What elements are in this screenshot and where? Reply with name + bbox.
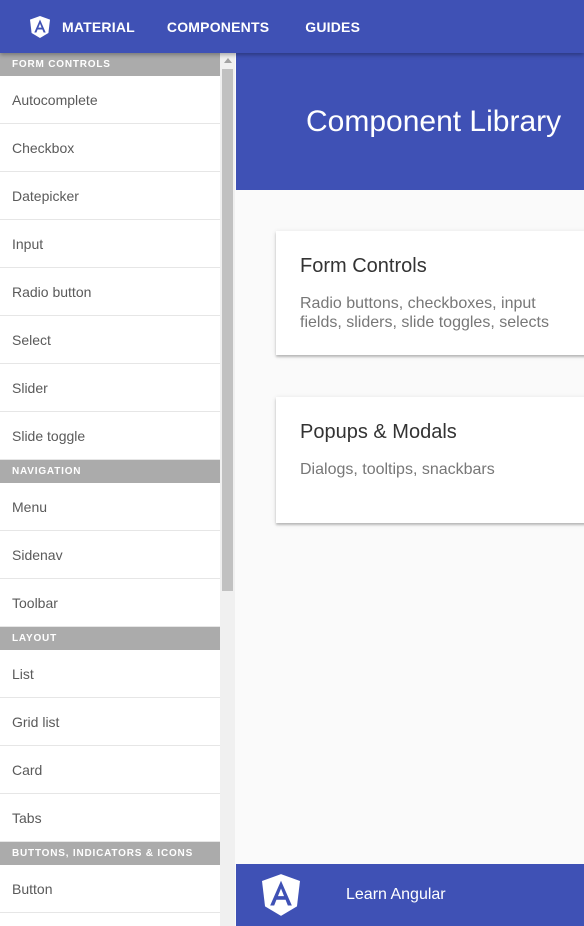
page-footer: Learn Angular [236,864,584,926]
sidenav-item-input[interactable]: Input [0,220,220,268]
sidenav-item-select[interactable]: Select [0,316,220,364]
section-header-buttons-indicators-icons: BUTTONS, INDICATORS & ICONS [0,842,220,865]
sidenav-scrollbar[interactable] [220,53,235,926]
section-header-form-controls: FORM CONTROLS [0,53,220,76]
sidenav-item-datepicker[interactable]: Datepicker [0,172,220,220]
sidenav-item-tabs[interactable]: Tabs [0,794,220,842]
sidenav-item-sidenav[interactable]: Sidenav [0,531,220,579]
sidenav-item-toolbar[interactable]: Toolbar [0,579,220,627]
sidenav-item-menu[interactable]: Menu [0,483,220,531]
guides-link[interactable]: GUIDES [305,0,360,53]
learn-angular-link[interactable]: Learn Angular [346,886,446,904]
sidenav-item-radio-button[interactable]: Radio button [0,268,220,316]
brand-label: MATERIAL [62,18,135,35]
card-popups-modals[interactable]: Popups & Modals Dialogs, tooltips, snack… [276,397,584,523]
component-sidenav: FORM CONTROLS Autocomplete Checkbox Date… [0,53,220,926]
sidenav-item-card[interactable]: Card [0,746,220,794]
sidenav-item-grid-list[interactable]: Grid list [0,698,220,746]
page-title: Component Library [306,104,562,138]
top-toolbar: MATERIAL COMPONENTS GUIDES [0,0,584,53]
main-content: Component Library Form Controls Radio bu… [236,53,584,926]
card-title: Popups & Modals [300,421,457,443]
scroll-up-arrow-icon[interactable] [224,58,232,63]
components-link[interactable]: COMPONENTS [167,0,305,53]
hero-banner: Component Library [236,53,584,190]
sidenav-item-autocomplete[interactable]: Autocomplete [0,76,220,124]
angular-logo-icon [262,874,300,916]
sidenav-item-checkbox[interactable]: Checkbox [0,124,220,172]
card-title: Form Controls [300,255,427,277]
sidenav-item-slider[interactable]: Slider [0,364,220,412]
scrollbar-thumb[interactable] [222,69,233,591]
card-description: Radio buttons, checkboxes, input fields,… [300,295,549,331]
card-description: Dialogs, tooltips, snackbars [300,461,495,478]
material-home-link[interactable]: MATERIAL [0,0,167,53]
sidenav-item-slide-toggle[interactable]: Slide toggle [0,412,220,460]
card-form-controls[interactable]: Form Controls Radio buttons, checkboxes,… [276,231,584,355]
sidenav-item-list[interactable]: List [0,650,220,698]
angular-logo-icon [30,15,50,38]
sidenav-item-button[interactable]: Button [0,865,220,913]
section-header-navigation: NAVIGATION [0,460,220,483]
section-header-layout: LAYOUT [0,627,220,650]
